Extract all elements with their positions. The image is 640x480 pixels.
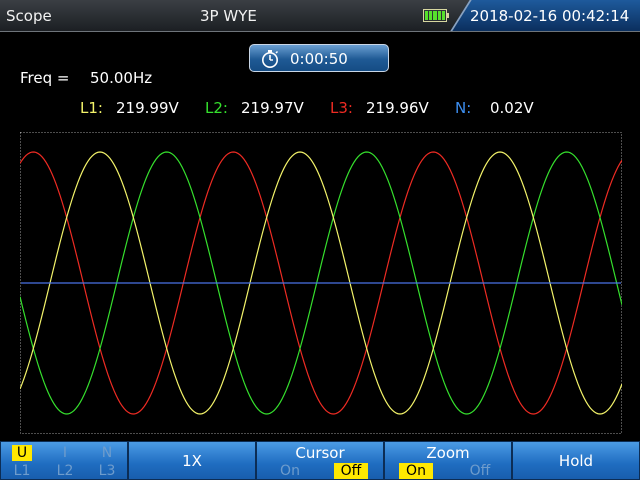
cursor-on-option[interactable]: On [273, 463, 307, 479]
scale-label: 1X [182, 451, 202, 470]
n-label: N: [455, 99, 472, 117]
select-l2[interactable]: L2 [55, 463, 75, 479]
hold-key[interactable]: Hold [512, 441, 640, 480]
cursor-label: Cursor [295, 444, 345, 462]
freq-value: 50.00Hz [90, 69, 153, 87]
select-l3[interactable]: L3 [97, 463, 117, 479]
stopwatch-icon [262, 50, 279, 68]
select-i[interactable]: I [55, 445, 75, 461]
l3-voltage: 219.96V [366, 99, 429, 117]
timer-value: 0:00:50 [290, 50, 348, 68]
zoom-on-option[interactable]: On [399, 463, 433, 479]
n-voltage: 0.02V [490, 99, 534, 117]
datetime: 2018-02-16 00:42:14 [470, 7, 630, 25]
zoom-key[interactable]: Zoom On Off [384, 441, 512, 480]
l1-label: L1: [80, 99, 103, 117]
l3-label: L3: [330, 99, 353, 117]
select-u[interactable]: U [12, 445, 32, 461]
waveform-plot [20, 132, 622, 434]
channel-select-key[interactable]: U I N L1 L2 L3 [0, 441, 128, 480]
zoom-label: Zoom [426, 444, 470, 462]
l1-voltage: 219.99V [116, 99, 179, 117]
cursor-off-option[interactable]: Off [334, 463, 368, 479]
hold-label: Hold [558, 451, 594, 470]
scale-key[interactable]: 1X [128, 441, 256, 480]
battery-tip [447, 13, 449, 18]
title-bar: Scope 3P WYE 2018-02-16 00:42:14 [0, 0, 640, 32]
zoom-off-option[interactable]: Off [463, 463, 497, 479]
l2-voltage: 219.97V [241, 99, 304, 117]
cursor-key[interactable]: Cursor On Off [256, 441, 384, 480]
select-l1[interactable]: L1 [12, 463, 32, 479]
battery-full-icon [423, 9, 447, 22]
select-n[interactable]: N [97, 445, 117, 461]
softkey-bar: U I N L1 L2 L3 1X Cursor On Off Zoom On … [0, 440, 640, 480]
l2-label: L2: [205, 99, 228, 117]
screen-title: Scope [6, 7, 52, 25]
freq-label: Freq = [20, 69, 70, 87]
wiring-mode: 3P WYE [200, 7, 257, 25]
elapsed-timer: 0:00:50 [249, 44, 389, 72]
